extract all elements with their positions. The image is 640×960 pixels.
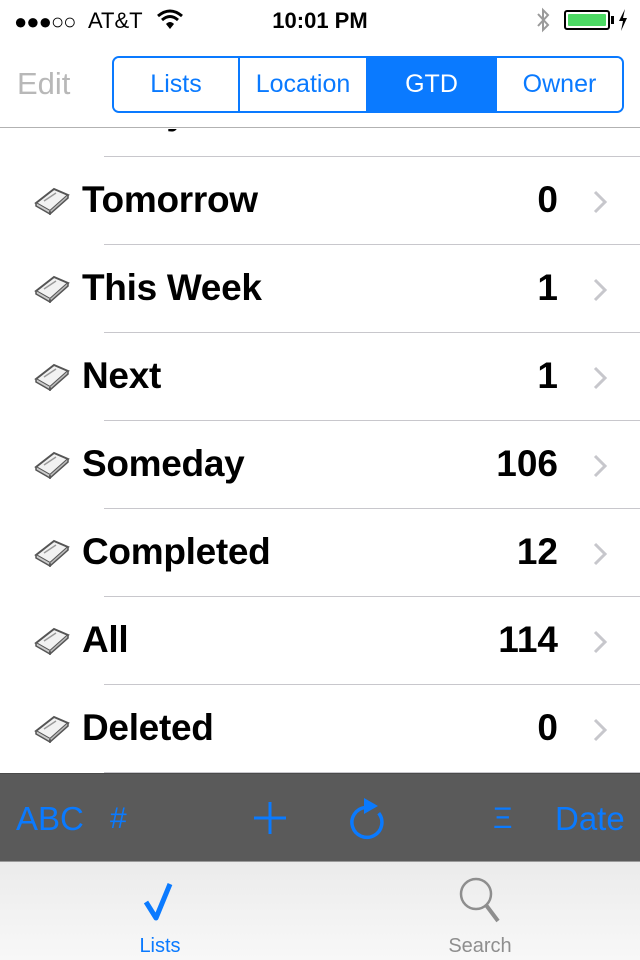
item-count: 1 [537, 355, 558, 396]
segment-gtd[interactable]: GTD [368, 58, 497, 111]
list-item-label: Deleted [82, 707, 214, 748]
list-item-label: Tomorrow [82, 179, 258, 220]
book-icon [34, 715, 70, 743]
chevron-right-icon [593, 454, 608, 478]
list-item-someday[interactable]: Someday 106 [0, 421, 640, 509]
sort-menu-button[interactable]: Ξ [493, 802, 513, 836]
tab-search[interactable]: Search [320, 862, 640, 960]
item-count: 114 [498, 619, 558, 660]
list-item-completed[interactable]: Completed 12 [0, 509, 640, 597]
gtd-list[interactable]: Today Tomorrow 0 This Week 1 Next 1 Some… [0, 129, 640, 773]
segment-lists[interactable]: Lists [114, 58, 240, 111]
battery-tip [611, 16, 614, 24]
view-mode-segmented-control: Lists Location GTD Owner [112, 56, 624, 113]
item-count: 0 [537, 707, 558, 748]
tab-label: Search [448, 935, 512, 957]
edit-button[interactable]: Edit [17, 66, 70, 102]
book-icon [34, 627, 70, 655]
book-icon [34, 363, 70, 391]
item-count: 106 [496, 443, 558, 484]
item-count: 0 [537, 179, 558, 220]
list-item-all[interactable]: All 114 [0, 597, 640, 685]
bottom-toolbar: ABC # Ξ Date [0, 773, 640, 861]
sort-alphabetical-button[interactable]: ABC [16, 800, 84, 838]
battery-icon [564, 10, 610, 30]
segment-owner[interactable]: Owner [497, 58, 622, 111]
list-item-label: Someday [82, 443, 245, 484]
list-item-next[interactable]: Next 1 [0, 333, 640, 421]
item-count: 1 [537, 267, 558, 308]
segment-location[interactable]: Location [240, 58, 368, 111]
list-item-label: Completed [82, 531, 271, 572]
item-count: 12 [516, 531, 558, 572]
search-icon [459, 877, 500, 923]
plus-icon[interactable] [252, 800, 288, 836]
chevron-right-icon [593, 542, 608, 566]
navigation-bar: Edit Lists Location GTD Owner [0, 40, 640, 128]
tab-label: Lists [139, 935, 181, 957]
tab-bar: Lists Search [0, 861, 640, 960]
book-icon [34, 275, 70, 303]
tab-lists[interactable]: Lists [0, 862, 320, 960]
chevron-right-icon [593, 190, 608, 214]
bluetooth-icon [537, 7, 550, 33]
book-icon [34, 539, 70, 567]
status-bar: ●●●○○ AT&T 10:01 PM [0, 0, 640, 40]
list-item-label: All [82, 619, 129, 660]
sort-count-button[interactable]: # [110, 802, 127, 836]
chevron-right-icon [593, 278, 608, 302]
list-item-label: Next [82, 355, 161, 396]
list-item-partial[interactable]: Today [0, 129, 640, 157]
chevron-right-icon [593, 630, 608, 654]
sort-date-button[interactable]: Date [555, 800, 625, 838]
list-item-label: Today [82, 129, 187, 133]
list-item-tomorrow[interactable]: Tomorrow 0 [0, 157, 640, 245]
chevron-right-icon [593, 718, 608, 742]
battery-level [568, 14, 606, 26]
list-item-label: This Week [82, 267, 262, 308]
charging-bolt-icon [619, 9, 627, 31]
book-icon [34, 187, 70, 215]
chevron-right-icon [593, 366, 608, 390]
refresh-icon[interactable] [344, 794, 388, 842]
checkmark-icon [143, 883, 173, 921]
list-item-deleted[interactable]: Deleted 0 [0, 685, 640, 773]
list-item-this-week[interactable]: This Week 1 [0, 245, 640, 333]
book-icon [34, 451, 70, 479]
